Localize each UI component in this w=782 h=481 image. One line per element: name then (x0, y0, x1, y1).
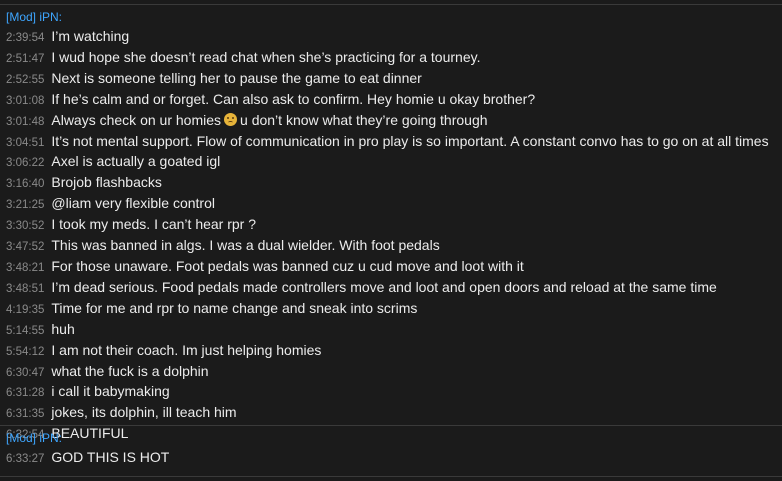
message-timestamp: 3:16:40 (6, 178, 45, 191)
chat-message: 4:19:35 Time for me and rpr to name chang… (0, 299, 782, 320)
author-name[interactable]: [Mod] iPN: (0, 430, 782, 448)
message-text: I am not their coach. Im just helping ho… (51, 341, 322, 358)
chat-message: 6:31:35 jokes, its dolphin, ill teach him (0, 403, 782, 424)
chat-message: 3:01:48 Always check on ur homies u don’t … (0, 111, 782, 132)
chat-message: 3:48:21 For those unaware. Foot pedals wa… (0, 257, 782, 278)
message-text: I wud hope she doesn’t read chat when sh… (51, 48, 481, 65)
chat-log: [Mod] iPN: 2:39:54 I’m watching 2:51:47 I w… (0, 0, 782, 481)
message-timestamp: 3:30:52 (6, 220, 45, 233)
chat-message: 3:04:51 It’s not mental support. Flow of … (0, 132, 782, 153)
chat-message: 5:54:12 I am not their coach. Im just hel… (0, 341, 782, 362)
message-timestamp: 3:21:25 (6, 199, 45, 212)
chat-message: 3:06:22 Axel is actually a goated igl (0, 152, 782, 173)
message-timestamp: 3:48:51 (6, 282, 45, 295)
message-text: This was banned in algs. I was a dual wi… (51, 237, 440, 254)
message-text: @liam very flexible control (51, 195, 215, 212)
message-timestamp: 6:33:27 (6, 453, 45, 465)
chat-message: 3:01:08 If he’s calm and or forget. Can a… (0, 90, 782, 111)
message-text: I took my meds. I can’t hear rpr ? (51, 216, 257, 233)
message-text: GOD THIS IS HOT (51, 449, 170, 465)
message-timestamp: 2:51:47 (6, 52, 45, 65)
chat-message: 2:39:54 I’m watching (0, 27, 782, 48)
message-text: I’m dead serious. Food pedals made contr… (51, 278, 717, 295)
message-timestamp: 2:39:54 (6, 32, 45, 44)
message-timestamp: 3:04:51 (6, 136, 45, 149)
chat-message: 6:30:47 what the fuck is a dolphin (0, 362, 782, 383)
message-timestamp: 3:06:22 (6, 157, 45, 170)
chat-message: 6:31:28 i call it babymaking (0, 382, 782, 403)
chat-message: 3:48:51 I’m dead serious. Food pedals mad… (0, 278, 782, 299)
chat-message: 3:47:52 This was banned in algs. I was a … (0, 236, 782, 257)
message-timestamp: 3:48:21 (6, 261, 45, 274)
message-group: [Mod] iPN: 6:33:27 GOD THIS IS HOT (0, 430, 782, 469)
message-timestamp: 2:52:55 (6, 73, 45, 86)
message-text: u don’t know what they’re going through (240, 111, 488, 128)
divider (0, 4, 782, 5)
chat-message: 3:30:52 I took my meds. I can’t hear rpr … (0, 215, 782, 236)
message-timestamp: 5:14:55 (6, 324, 45, 337)
message-text: Axel is actually a goated igl (51, 153, 221, 170)
message-timestamp: 6:30:47 (6, 366, 45, 379)
chat-message: 6:33:27 GOD THIS IS HOT (0, 448, 782, 469)
message-text: Brojob flashbacks (51, 174, 162, 191)
message-text: jokes, its dolphin, ill teach him (51, 404, 237, 421)
chat-message: 5:14:55 huh (0, 320, 782, 341)
author-name[interactable]: [Mod] iPN: (0, 9, 782, 27)
message-timestamp: 3:01:48 (6, 115, 45, 128)
divider (0, 476, 782, 477)
message-text: Next is someone telling her to pause the… (51, 69, 422, 86)
chat-message: 3:21:25 @liam very flexible control (0, 194, 782, 215)
message-timestamp: 4:19:35 (6, 303, 45, 316)
chat-message: 3:16:40 Brojob flashbacks (0, 173, 782, 194)
message-text: It’s not mental support. Flow of communi… (51, 132, 769, 149)
message-text: Time for me and rpr to name change and s… (51, 299, 418, 316)
chat-message: 2:51:47 I wud hope she doesn’t read chat … (0, 48, 782, 69)
chat-message: 2:52:55 Next is someone telling her to pa… (0, 69, 782, 90)
message-timestamp: 3:47:52 (6, 241, 45, 254)
message-text: what the fuck is a dolphin (51, 362, 209, 379)
message-timestamp: 6:31:28 (6, 387, 45, 400)
message-text: If he’s calm and or forget. Can also ask… (51, 90, 536, 107)
message-text: I’m watching (51, 28, 130, 44)
pensive-face-emoji-icon (224, 112, 238, 126)
message-text: For those unaware. Foot pedals was banne… (51, 257, 524, 274)
message-timestamp: 6:31:35 (6, 408, 45, 421)
message-timestamp: 5:54:12 (6, 345, 45, 358)
message-group: [Mod] iPN: 2:39:54 I’m watching 2:51:47 I w… (0, 9, 782, 445)
message-text: huh (51, 320, 75, 337)
message-text: i call it babymaking (51, 383, 170, 400)
message-timestamp: 3:01:08 (6, 94, 45, 107)
divider (0, 425, 782, 426)
message-text: Always check on ur homies (51, 111, 222, 128)
